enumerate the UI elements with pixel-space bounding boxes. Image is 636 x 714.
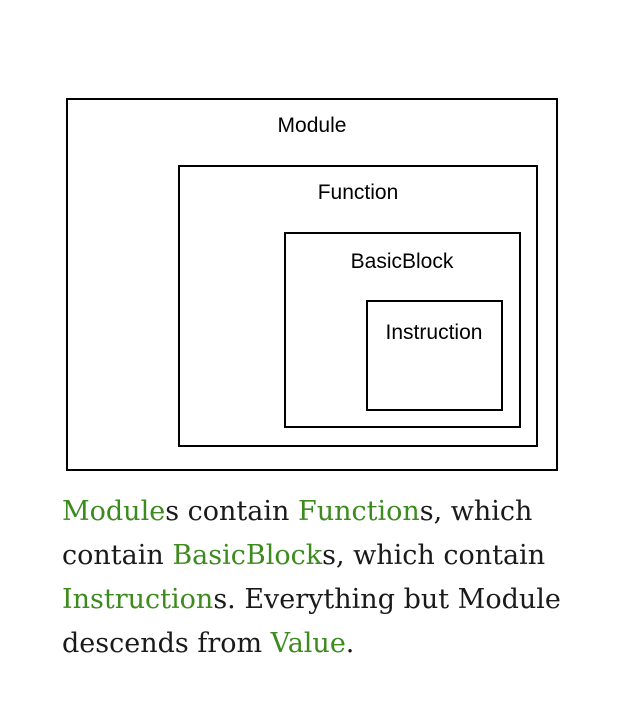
caption-term: Module — [62, 496, 166, 527]
nesting-diagram: Module Function BasicBlock Instruction — [66, 98, 558, 471]
module-label: Module — [278, 114, 347, 137]
caption-term: Value — [270, 628, 346, 659]
caption-term: BasicBlock — [172, 540, 323, 571]
function-label: Function — [318, 181, 399, 204]
instruction-label: Instruction — [386, 321, 483, 344]
basicblock-label: BasicBlock — [351, 250, 454, 273]
function-box — [178, 165, 538, 447]
module-box — [66, 98, 558, 471]
caption-term: Function — [297, 496, 420, 527]
caption-term: Instruction — [62, 584, 214, 615]
instruction-box — [366, 300, 503, 411]
caption-text: s, which contain — [322, 540, 546, 571]
caption-text: s contain — [165, 496, 298, 527]
caption: Modules contain Function s, which contain… — [62, 490, 582, 666]
caption-text: . — [345, 628, 355, 659]
